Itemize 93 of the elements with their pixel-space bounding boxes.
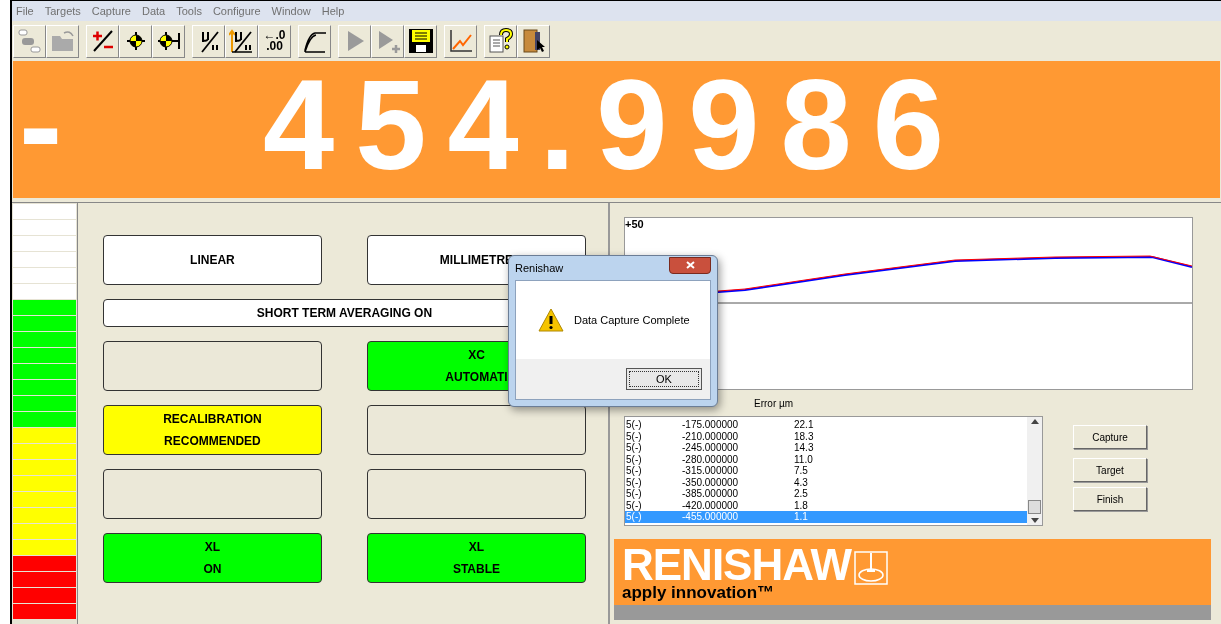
axis-label: +50 (625, 219, 644, 230)
table-cell-text: 7.5 (793, 465, 808, 477)
table-cell-text: 5(-) (626, 476, 643, 488)
toolbar-button[interactable] (517, 24, 550, 58)
menu-item[interactable]: Configure (212, 2, 261, 20)
table-row[interactable]: 5(-) -245.000000 14.3 (625, 442, 1027, 454)
tagline: apply innovation™ (622, 584, 776, 601)
dialog-title: Renishaw (515, 260, 564, 276)
close-button[interactable] (669, 256, 711, 274)
table-row[interactable]: 5(-) -280.000000 11.0 (625, 453, 1027, 465)
table-cell-text: 5(-) (626, 511, 643, 523)
table-cell-text: 14.3 (793, 442, 814, 454)
table-cell-text: 22.1 (793, 419, 814, 431)
toolbar-button[interactable] (192, 24, 225, 58)
status-label: XL (204, 541, 221, 553)
scroll-down-icon[interactable] (1030, 518, 1039, 523)
table-cell-text: -385.000000 (681, 488, 740, 500)
table-cell-text: 1.8 (793, 499, 808, 511)
table-cell-text: -280.000000 (681, 453, 740, 465)
graph-icon (447, 28, 474, 54)
status-label: SHORT TERM AVERAGING ON (256, 307, 433, 319)
close-icon (685, 261, 695, 269)
status-label: STABLE (452, 563, 500, 575)
action-button[interactable]: Finish (1073, 487, 1147, 511)
resolution-icon: ←.0 .00 (263, 30, 286, 52)
brand-logo: RENISHAW (622, 545, 852, 585)
menu-item[interactable]: Window (271, 2, 311, 20)
menu-item[interactable]: Capture (91, 2, 131, 20)
status-label: XL (468, 541, 485, 553)
column-header: Error µm (754, 396, 794, 411)
status-label: XC (468, 349, 485, 361)
table-cell-text: 18.3 (793, 430, 814, 442)
table-cell-text: 4.3 (793, 476, 808, 488)
ok-button[interactable]: OK (626, 368, 702, 390)
warning-icon (538, 308, 564, 332)
probe-logo-icon (854, 551, 889, 585)
status-label: RECOMMENDED (164, 435, 261, 447)
sequence-icon (16, 28, 43, 54)
value-readout: 454.9986 (263, 60, 965, 189)
table-cell-text: -175.000000 (681, 419, 740, 431)
table-cell-text: 2.5 (793, 488, 808, 500)
menu-item[interactable]: Tools (176, 2, 202, 20)
toolbar-button[interactable] (484, 24, 517, 58)
toolbar-button[interactable] (225, 24, 258, 58)
menu-item[interactable]: Help (321, 2, 345, 20)
action-button[interactable]: Target (1073, 458, 1147, 482)
toolbar-button[interactable] (152, 24, 185, 58)
table-cell-text: -420.000000 (681, 499, 740, 511)
dialog-message: Data Capture Complete (574, 312, 690, 328)
status-label: MILLIMETRE (439, 254, 514, 266)
table-cell-text: 5(-) (626, 453, 643, 465)
micron-arrow-icon (228, 28, 255, 54)
table-row[interactable]: 5(-) -385.000000 2.5 (625, 488, 1027, 500)
folder-icon (49, 28, 76, 54)
table-cell-text: 5(-) (626, 488, 643, 500)
toolbar-button[interactable]: ←.0 .00 (258, 24, 291, 58)
sign-readout: - (18, 59, 64, 190)
table-cell-text: -455.000000 (681, 511, 740, 523)
table-cell-text: 5(-) (626, 419, 643, 431)
scroll-up-icon[interactable] (1030, 419, 1039, 424)
table-cell-text: 11.0 (793, 453, 813, 465)
status-label: AUTOMATI (445, 371, 508, 383)
table-cell-text: -210.000000 (681, 430, 740, 442)
toolbar-button[interactable] (298, 24, 331, 58)
scroll-thumb[interactable] (1028, 500, 1041, 514)
table-cell-text: 5(-) (626, 442, 643, 454)
toolbar-button[interactable] (86, 24, 119, 58)
scrollbar[interactable] (1027, 417, 1042, 525)
status-label: RECALIBRATION (163, 413, 262, 425)
table-cell-text: 1.1 (793, 511, 808, 523)
menu-item[interactable]: File (16, 2, 34, 20)
table-row[interactable]: 5(-) -315.000000 7.5 (625, 465, 1027, 477)
table-row[interactable]: 5(-) -175.000000 22.1 (625, 419, 1027, 431)
exit-door-icon (520, 28, 547, 54)
menu-item[interactable]: Data (141, 2, 166, 20)
table-cell-text: 5(-) (626, 499, 643, 511)
table-cell-text: 5(-) (626, 465, 643, 477)
table-row[interactable]: 5(-) -350.000000 4.3 (625, 476, 1027, 488)
status-label: ON (203, 563, 222, 575)
table-row[interactable]: 5(-) -210.000000 18.3 (625, 430, 1027, 442)
action-button[interactable]: Capture (1073, 425, 1147, 449)
status-label: LINEAR (190, 254, 235, 266)
table-cell-text: -350.000000 (681, 476, 740, 488)
table-cell-text: 5(-) (626, 430, 643, 442)
table-cell-text: -315.000000 (681, 465, 740, 477)
save-icon (407, 28, 434, 54)
toolbar-button[interactable] (404, 24, 437, 58)
toolbar-button[interactable] (444, 24, 477, 58)
table-cell-text: -245.000000 (681, 442, 740, 454)
table-row[interactable]: 5(-) -420.000000 1.8 (625, 499, 1027, 511)
toolbar-button[interactable] (119, 24, 152, 58)
menu-item[interactable]: Targets (44, 2, 81, 20)
help-icon (487, 28, 514, 54)
